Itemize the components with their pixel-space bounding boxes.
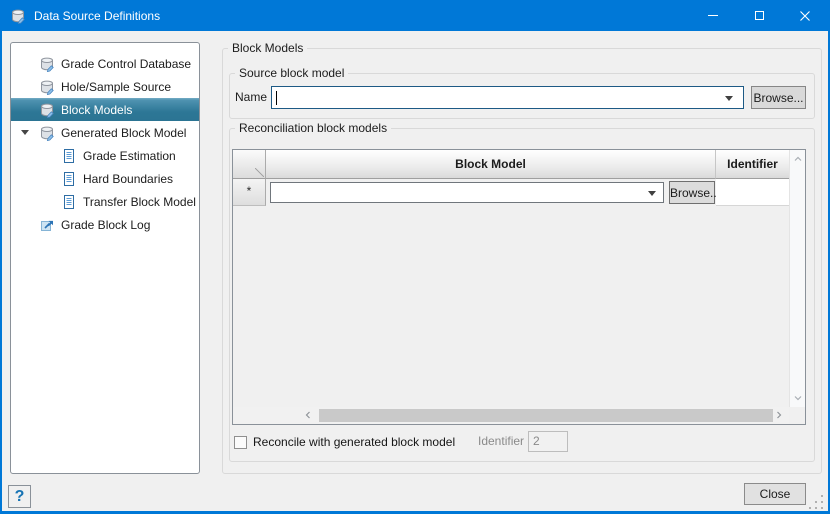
- tree-expander-icon[interactable]: [21, 130, 29, 139]
- maximize-button[interactable]: [736, 0, 782, 31]
- database-icon: [39, 125, 55, 141]
- tree-item-block-models[interactable]: Block Models: [11, 98, 199, 121]
- grid-vertical-scrollbar[interactable]: [789, 150, 805, 407]
- identifier-field[interactable]: 2: [528, 431, 568, 452]
- identifier-label: Identifier: [478, 434, 524, 448]
- titlebar: Data Source Definitions: [2, 0, 828, 31]
- scroll-down-icon[interactable]: [794, 395, 802, 401]
- new-row-header[interactable]: *: [233, 179, 266, 206]
- app-database-icon: [10, 8, 26, 24]
- database-icon: [39, 102, 55, 118]
- tree-item-label: Grade Estimation: [83, 149, 176, 163]
- minimize-button[interactable]: [690, 0, 736, 31]
- database-icon: [39, 56, 55, 72]
- scrollbar-thumb[interactable]: [319, 409, 773, 422]
- grid-horizontal-scrollbar[interactable]: [233, 407, 789, 424]
- maximize-icon: [755, 11, 764, 20]
- tree-item-label: Hole/Sample Source: [61, 80, 171, 94]
- tree-item-grade-block-log[interactable]: Grade Block Log: [11, 213, 199, 236]
- tree-item-label: Grade Control Database: [61, 57, 191, 71]
- text-caret: [276, 91, 277, 105]
- reconciliation-grid: Block Model Identifier * Browse...: [232, 149, 806, 425]
- tree-item-label: Block Models: [61, 103, 132, 117]
- window-controls: [690, 0, 828, 31]
- help-button[interactable]: ?: [8, 485, 31, 508]
- tree-item-label: Transfer Block Model: [83, 195, 196, 209]
- minimize-icon: [708, 15, 718, 16]
- resize-grip-icon[interactable]: [809, 495, 823, 509]
- tree-item-label: Hard Boundaries: [83, 172, 173, 186]
- tree-item-generated-block-model[interactable]: Generated Block Model: [11, 121, 199, 144]
- column-header-identifier[interactable]: Identifier: [716, 150, 789, 179]
- scroll-left-icon[interactable]: [305, 411, 311, 419]
- dialog-window: Data Source Definitions Grade Control Da…: [0, 0, 830, 514]
- reconcile-checkbox[interactable]: [234, 436, 247, 449]
- tree-item-transfer-block-model[interactable]: Transfer Block Model: [11, 190, 199, 213]
- row-block-model-combobox[interactable]: [270, 182, 664, 203]
- tree-item-label: Generated Block Model: [61, 126, 186, 140]
- name-label: Name: [235, 89, 267, 105]
- tree-item-hard-boundaries[interactable]: Hard Boundaries: [11, 167, 199, 190]
- scroll-right-icon[interactable]: [776, 411, 782, 419]
- source-browse-button[interactable]: Browse...: [751, 86, 806, 109]
- source-name-combobox[interactable]: [271, 86, 744, 109]
- document-icon: [61, 148, 77, 164]
- tree-item-grade-control-database[interactable]: Grade Control Database: [11, 52, 199, 75]
- block-models-group: Block Models Source block model Name Bro…: [222, 48, 822, 474]
- grid-corner-cell[interactable]: [233, 150, 266, 179]
- source-block-model-group: Source block model Name Browse...: [229, 73, 815, 119]
- row-identifier-cell[interactable]: [716, 179, 789, 206]
- window-title: Data Source Definitions: [34, 9, 160, 23]
- database-icon: [39, 79, 55, 95]
- document-icon: [61, 171, 77, 187]
- close-window-button[interactable]: [782, 0, 828, 31]
- column-header-block-model[interactable]: Block Model: [266, 150, 716, 179]
- close-icon: [800, 11, 810, 21]
- source-group-title: Source block model: [235, 66, 348, 81]
- tree-item-grade-estimation[interactable]: Grade Estimation: [11, 144, 199, 167]
- reconciliation-group-title: Reconciliation block models: [235, 121, 391, 136]
- dropdown-arrow-icon[interactable]: [725, 96, 733, 105]
- reconcile-checkbox-label: Reconcile with generated block model: [253, 434, 455, 450]
- scroll-up-icon[interactable]: [794, 156, 802, 162]
- dropdown-arrow-icon[interactable]: [648, 191, 656, 200]
- row-browse-button[interactable]: Browse...: [669, 181, 715, 204]
- tree-item-label: Grade Block Log: [61, 218, 150, 232]
- reconciliation-group: Reconciliation block models Block Model …: [229, 128, 815, 462]
- close-button[interactable]: Close: [744, 483, 806, 505]
- tree-item-hole-sample-source[interactable]: Hole/Sample Source: [11, 75, 199, 98]
- sidebar-tree: Grade Control Database Hole/Sample Sourc…: [10, 42, 200, 474]
- document-icon: [61, 194, 77, 210]
- block-models-group-title: Block Models: [228, 41, 307, 56]
- log-icon: [39, 217, 55, 233]
